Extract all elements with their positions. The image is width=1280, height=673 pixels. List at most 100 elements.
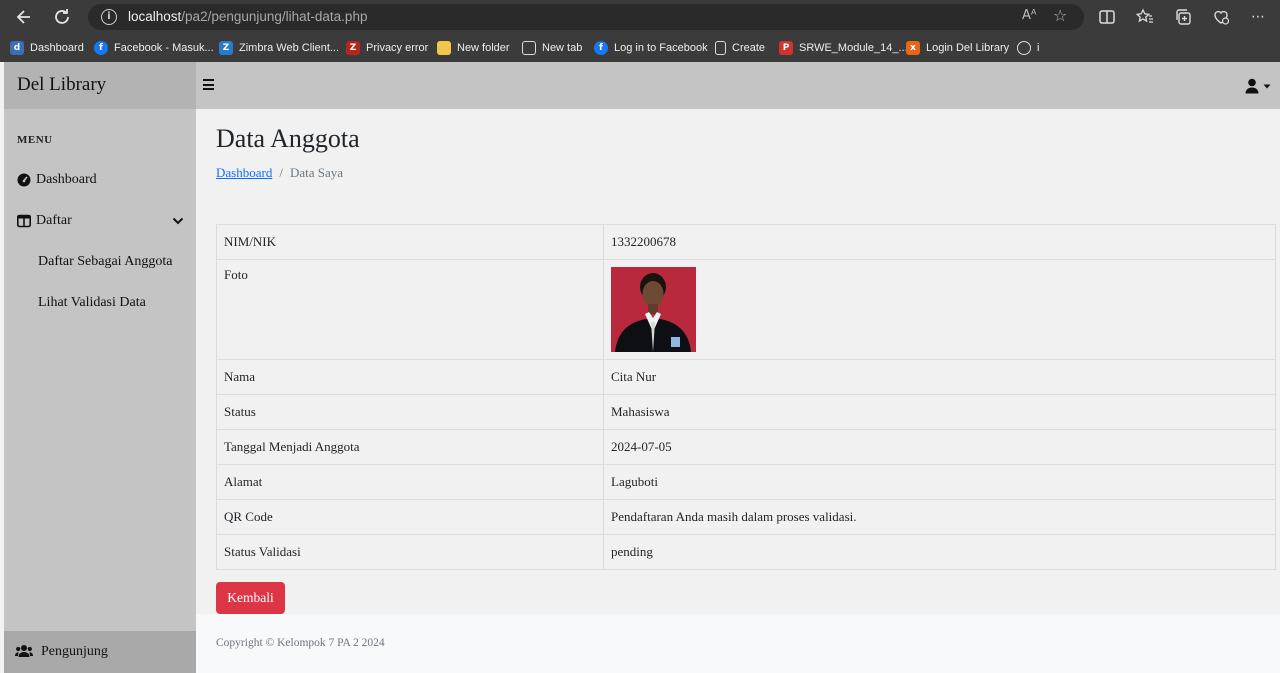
bookmark-label: Log in to Facebook	[614, 42, 708, 54]
zimbra-error-icon: Z	[346, 41, 360, 55]
sidebar-item-label: Dashboard	[36, 172, 97, 187]
row-key: Status	[216, 394, 604, 430]
sidebar-footer: Pengunjung	[4, 631, 196, 673]
hamburger-menu-icon[interactable]	[203, 79, 214, 90]
breadcrumb-dashboard-link[interactable]: Dashboard	[216, 165, 272, 180]
row-key: Tanggal Menjadi Anggota	[216, 429, 604, 465]
member-photo	[611, 267, 696, 352]
sidebar-footer-label: Pengunjung	[41, 644, 108, 659]
xampp-icon: x	[906, 41, 920, 55]
sidebar-item-daftar[interactable]: Daftar	[4, 206, 196, 236]
favorite-star-icon[interactable]: ☆	[1053, 6, 1067, 25]
table-row: Nama Cita Nur	[216, 359, 1276, 395]
table-row: NIM/NIK 1332200678	[216, 224, 1276, 260]
zimbra-icon: Z	[219, 41, 233, 55]
bookmark-login-facebook[interactable]: f Log in to Facebook	[594, 39, 708, 57]
table-row: Foto	[216, 259, 1276, 360]
breadcrumb: Dashboard / Data Saya	[216, 165, 343, 181]
chevron-down-icon[interactable]	[172, 215, 184, 227]
new-tab-icon	[522, 41, 536, 55]
bookmark-srwe-module[interactable]: P SRWE_Module_14_...	[779, 39, 908, 57]
row-key: Foto	[216, 259, 604, 360]
url-text[interactable]: localhost/pa2/pengunjung/lihat-data.php	[128, 9, 367, 24]
topbar	[196, 62, 1280, 109]
sidebar-subitem-daftar-anggota[interactable]: Daftar Sebagai Anggota	[38, 254, 173, 270]
address-bar[interactable]: i localhost/pa2/pengunjung/lihat-data.ph…	[88, 4, 1084, 30]
bookmark-label: Privacy error	[366, 42, 429, 54]
bookmark-label: New folder	[457, 42, 510, 54]
pdf-icon: P	[779, 41, 793, 55]
folder-icon	[437, 41, 451, 55]
row-key: Status Validasi	[216, 534, 604, 570]
breadcrumb-current: Data Saya	[289, 165, 344, 180]
openai-icon	[1017, 41, 1031, 55]
sidebar: Del Library MENU Dashboard Daftar Daftar…	[4, 62, 196, 673]
del-logo-icon: d	[10, 41, 24, 55]
bookmark-label: SRWE_Module_14_...	[799, 42, 908, 54]
member-data-table: NIM/NIK 1332200678 Foto Nama Cita Nur St…	[216, 224, 1276, 570]
table-row: QR Code Pendaftaran Anda masih dalam pro…	[216, 499, 1276, 535]
page-title: Data Anggota	[216, 124, 360, 153]
bookmark-label: New tab	[542, 42, 583, 54]
back-arrow-icon[interactable]	[13, 6, 35, 28]
site-info-icon[interactable]: i	[101, 9, 117, 25]
bookmark-label: Zimbra Web Client...	[239, 42, 340, 54]
bookmark-facebook-masuk[interactable]: f Facebook - Masuk...	[94, 39, 214, 57]
app: Del Library MENU Dashboard Daftar Daftar…	[4, 62, 1280, 673]
browser-toolbar: i localhost/pa2/pengunjung/lihat-data.ph…	[0, 0, 1280, 34]
brand-name[interactable]: Del Library	[17, 74, 106, 96]
row-key: Nama	[216, 359, 604, 395]
bookmark-label: Create	[732, 42, 766, 54]
caret-down-icon	[1263, 84, 1271, 89]
bookmark-new-tab[interactable]: New tab	[522, 39, 582, 57]
bookmark-label: Login Del Library	[926, 42, 1010, 54]
table-columns-icon	[17, 214, 31, 228]
menu-heading: MENU	[17, 134, 53, 146]
bookmark-label: Facebook - Masuk...	[114, 42, 214, 54]
sidebar-item-dashboard[interactable]: Dashboard	[4, 165, 196, 195]
row-value: 1332200678	[603, 224, 1276, 260]
page-icon	[715, 41, 726, 55]
table-row: Status Mahasiswa	[216, 394, 1276, 430]
row-value: Laguboti	[603, 464, 1276, 500]
copyright-text: Copyright © Kelompok 7 PA 2 2024	[216, 637, 385, 649]
bookmark-login-del-library[interactable]: x Login Del Library	[906, 39, 1009, 57]
row-value: 2024-07-05	[603, 429, 1276, 465]
favorites-icon[interactable]	[1135, 7, 1155, 27]
bookmark-zimbra[interactable]: Z Zimbra Web Client...	[219, 39, 339, 57]
table-row: Alamat Laguboti	[216, 464, 1276, 500]
split-screen-icon[interactable]	[1097, 7, 1117, 27]
sidebar-item-label: Daftar	[36, 213, 72, 228]
sidebar-subitem-lihat-validasi[interactable]: Lihat Validasi Data	[38, 295, 146, 311]
bookmarks-bar: d Dashboard f Facebook - Masuk... Z Zimb…	[0, 34, 1280, 62]
bookmark-label: Dashboard	[30, 42, 84, 54]
row-value: Cita Nur	[603, 359, 1276, 395]
user-dropdown[interactable]	[1244, 78, 1274, 94]
row-key: QR Code	[216, 499, 604, 535]
user-icon	[1245, 78, 1271, 94]
page-footer: Copyright © Kelompok 7 PA 2 2024	[196, 614, 1280, 673]
facebook-icon: f	[94, 41, 108, 55]
users-icon	[15, 645, 33, 657]
facebook-icon: f	[594, 41, 608, 55]
brand[interactable]: Del Library	[4, 62, 196, 109]
table-row: Tanggal Menjadi Anggota 2024-07-05	[216, 429, 1276, 465]
bookmark-label: i	[1037, 42, 1040, 54]
bookmark-openai[interactable]: i	[1017, 39, 1039, 57]
bookmark-create[interactable]: Create	[715, 39, 765, 57]
main-content: Data Anggota Dashboard / Data Saya NIM/NIK…	[196, 109, 1280, 614]
row-value: Pendaftaran Anda masih dalam proses vali…	[603, 499, 1276, 535]
collections-icon[interactable]	[1173, 7, 1193, 27]
row-value	[603, 259, 1276, 360]
row-key: NIM/NIK	[216, 224, 604, 260]
more-options-icon[interactable]: ⋯	[1248, 7, 1268, 27]
reload-icon[interactable]	[51, 6, 73, 28]
bookmark-dashboard[interactable]: d Dashboard	[10, 39, 84, 57]
row-value: Mahasiswa	[603, 394, 1276, 430]
bookmark-new-folder[interactable]: New folder	[437, 39, 510, 57]
read-aloud-icon[interactable]: Aᴬ	[1022, 8, 1037, 23]
breadcrumb-separator: /	[279, 165, 283, 180]
bookmark-privacy-error[interactable]: Z Privacy error	[346, 39, 428, 57]
browser-essentials-icon[interactable]	[1211, 7, 1231, 27]
back-button[interactable]: Kembali	[216, 582, 285, 614]
